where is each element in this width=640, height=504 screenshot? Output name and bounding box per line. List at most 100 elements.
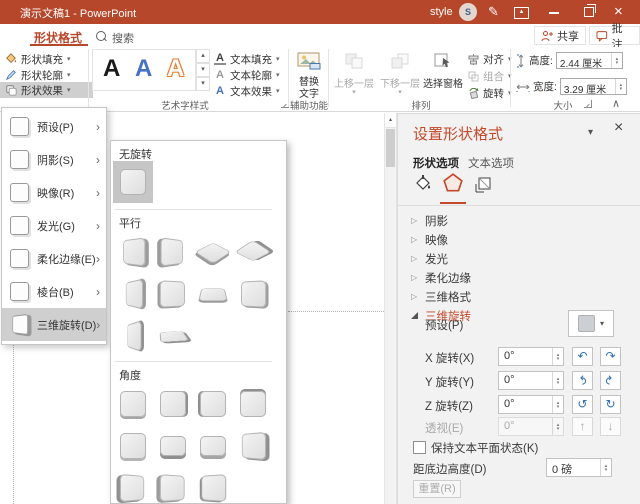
group-button[interactable]: 组合▾	[468, 68, 512, 84]
rotation-option[interactable]	[193, 273, 233, 315]
spinner-icon[interactable]: ▴▾	[600, 459, 611, 476]
effects-menu-item[interactable]: 三维旋转(D) ›	[2, 308, 106, 341]
wordart-sample[interactable]: A	[135, 56, 152, 82]
avatar[interactable]: S	[459, 3, 477, 21]
pane-close-icon[interactable]: ×	[614, 119, 623, 137]
chevron-down-icon: ▾	[378, 88, 422, 96]
rotation-option[interactable]	[153, 231, 193, 273]
effects-menu-item[interactable]: 发光(G) ›	[2, 209, 106, 242]
pane-section-row[interactable]: ▷ 三维格式	[398, 287, 640, 306]
reset-button[interactable]: 重置(R)	[413, 480, 461, 498]
pane-section-row[interactable]: ▷ 映像	[398, 230, 640, 249]
effects-menu-item[interactable]: 预设(P) ›	[2, 110, 106, 143]
x-rotate-left-button[interactable]: ↶	[572, 347, 593, 366]
wordart-sample[interactable]: A	[167, 56, 184, 82]
rotation-option[interactable]	[113, 231, 153, 273]
scrollbar-thumb[interactable]	[386, 129, 395, 167]
effects-menu-item[interactable]: 柔化边缘(E) ›	[2, 242, 106, 275]
pane-section-row[interactable]: ▷ 发光	[398, 249, 640, 268]
z-rotation-input[interactable]: 0° ▴▾	[498, 395, 564, 414]
tab-text-options[interactable]: 文本选项	[468, 155, 514, 171]
width-input[interactable]: 3.29 厘米 ▴▾	[560, 78, 627, 95]
pane-section-row[interactable]: ▷ 阴影	[398, 211, 640, 230]
height-input[interactable]: 2.44 厘米 ▴▾	[556, 52, 623, 69]
rotation-option[interactable]	[233, 273, 273, 315]
distance-from-ground-input[interactable]: 0 磅 ▴▾	[546, 458, 612, 477]
rotation-option[interactable]	[153, 467, 193, 504]
collapse-ribbon-icon[interactable]: ∧	[612, 97, 620, 110]
rotation-option[interactable]	[193, 467, 233, 504]
rotation-option[interactable]	[113, 467, 153, 504]
share-button[interactable]: 共享	[534, 26, 586, 45]
comments-button[interactable]: 批注	[589, 26, 640, 45]
rotation-option[interactable]	[113, 315, 153, 357]
rotation-option[interactable]	[233, 425, 273, 467]
rotation-option[interactable]	[153, 315, 193, 357]
gallery-up-icon[interactable]: ▴	[196, 49, 210, 63]
effects-menu-item[interactable]: 阴影(S) ›	[2, 143, 106, 176]
no-rotation-grid	[113, 161, 277, 203]
restore-window-icon[interactable]	[584, 7, 594, 17]
shape-fill-button[interactable]: 形状填充▾	[5, 51, 71, 67]
bring-forward-button[interactable]: 上移一层 ▾	[332, 49, 376, 99]
perspective-input: 0° ▴▾	[498, 417, 564, 436]
gallery-down-icon[interactable]: ▾	[196, 63, 210, 77]
pane-section-row[interactable]: ▷ 柔化边缘	[398, 268, 640, 287]
comment-icon	[596, 30, 608, 42]
gallery-more-icon[interactable]: ▾	[196, 77, 210, 91]
rotation-option[interactable]	[193, 231, 233, 273]
wordart-sample[interactable]: A	[103, 56, 120, 82]
shape-effects-button[interactable]: 形状效果▾	[0, 82, 93, 98]
spinner-icon[interactable]: ▴▾	[615, 79, 626, 94]
rotation-option[interactable]	[153, 383, 193, 425]
rotation-option[interactable]	[193, 383, 233, 425]
rotation-option[interactable]	[113, 161, 153, 203]
z-rotate-cw-button[interactable]: ↻	[600, 395, 621, 414]
fill-line-icon[interactable]	[413, 174, 433, 199]
rotation-option[interactable]	[233, 231, 273, 273]
search-input[interactable]: 搜索	[112, 30, 134, 46]
text-fill-button[interactable]: A 文本填充▾	[214, 51, 280, 67]
spinner-icon[interactable]: ▴▾	[552, 348, 563, 365]
rotation-option[interactable]	[153, 425, 193, 467]
pane-menu-chevron-icon[interactable]: ▾	[588, 127, 593, 138]
spinner-icon[interactable]: ▴▾	[552, 396, 563, 413]
y-rotation-input[interactable]: 0° ▴▾	[498, 371, 564, 390]
rotation-option[interactable]	[153, 273, 193, 315]
preset-dropdown[interactable]: ▾	[568, 310, 614, 337]
x-rotation-input[interactable]: 0° ▴▾	[498, 347, 564, 366]
shape-outline-button[interactable]: 形状轮廓▾	[5, 67, 71, 83]
rotation-option[interactable]	[233, 383, 273, 425]
rotation-option[interactable]	[113, 273, 153, 315]
minimize-icon[interactable]	[549, 12, 559, 14]
inking-pencil-icon[interactable]: ✎	[488, 4, 499, 20]
send-backward-button[interactable]: 下移一层 ▾	[378, 49, 422, 99]
effects-menu-item[interactable]: 映像(R) ›	[2, 176, 106, 209]
size-properties-icon[interactable]	[474, 174, 494, 199]
x-rotate-right-button[interactable]: ↷	[600, 347, 621, 366]
wordart-gallery[interactable]: A A A	[92, 49, 196, 91]
text-effects-button[interactable]: A 文本效果▾	[214, 83, 280, 99]
rotation-option[interactable]	[113, 383, 153, 425]
ribbon-display-options-icon[interactable]: ▲	[514, 7, 529, 19]
close-icon[interactable]: ×	[614, 3, 623, 20]
effects-menu-item[interactable]: 棱台(B) ›	[2, 275, 106, 308]
dialog-launcher-icon[interactable]	[584, 100, 592, 108]
spinner-icon[interactable]: ▴▾	[611, 53, 622, 68]
y-rotate-up-button[interactable]: ↶	[572, 371, 593, 390]
editor-scrollbar[interactable]: ▴	[384, 113, 397, 504]
z-rotate-ccw-button[interactable]: ↺	[572, 395, 593, 414]
y-rotate-down-button[interactable]: ↷	[600, 371, 621, 390]
scroll-up-icon[interactable]: ▴	[385, 113, 396, 128]
rotation-option[interactable]	[113, 425, 153, 467]
keep-text-flat-checkbox[interactable]	[413, 441, 426, 454]
rotation-option[interactable]	[193, 425, 233, 467]
placeholder-dashed-border	[288, 311, 384, 312]
spinner-icon[interactable]: ▴▾	[552, 372, 563, 389]
effects-pentagon-icon[interactable]	[442, 172, 464, 199]
selection-pane-button[interactable]: 选择窗格	[422, 49, 464, 99]
tab-shape-options[interactable]: 形状选项	[413, 155, 459, 171]
align-button[interactable]: 对齐▾	[468, 51, 512, 67]
alt-text-button[interactable]: 替换 文字	[292, 49, 326, 99]
text-outline-button[interactable]: A 文本轮廓▾	[214, 67, 280, 83]
